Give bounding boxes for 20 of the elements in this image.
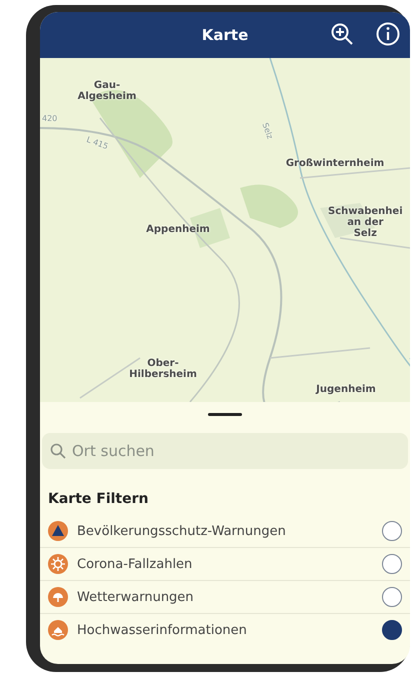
road-label: L 415 — [85, 136, 109, 152]
place-label: Appenheim — [146, 224, 210, 235]
road-label: 420 — [42, 115, 58, 124]
header-title: Karte — [202, 26, 248, 44]
filter-label: Bevölkerungsschutz-Warnungen — [77, 524, 287, 538]
filter-row[interactable]: Bevölkerungsschutz-Warnungen — [40, 515, 410, 548]
filter-heading: Karte Filtern — [48, 491, 150, 507]
filter-row[interactable]: Corona-Fallzahlen — [40, 548, 410, 581]
filter-label: Corona-Fallzahlen — [77, 556, 194, 572]
place-label: Schwabenhei an der Selz — [328, 206, 403, 239]
filter-label: Hochwasserinformationen — [77, 622, 248, 638]
search-field[interactable]: Ort suchen — [42, 433, 408, 469]
place-label: Ober- Hilbersheim — [129, 358, 197, 380]
filter-row[interactable]: Wetterwarnungen — [40, 581, 410, 614]
place-label: Jugenheim — [316, 384, 376, 395]
place-label: Gau- Algesheim — [78, 80, 136, 102]
filter-label: Wetterwarnungen — [77, 590, 195, 604]
place-label: Großwinternheim — [286, 158, 384, 169]
river-label: Selz — [260, 122, 274, 140]
filter-row[interactable]: Hochwasserinformationen — [40, 614, 410, 646]
